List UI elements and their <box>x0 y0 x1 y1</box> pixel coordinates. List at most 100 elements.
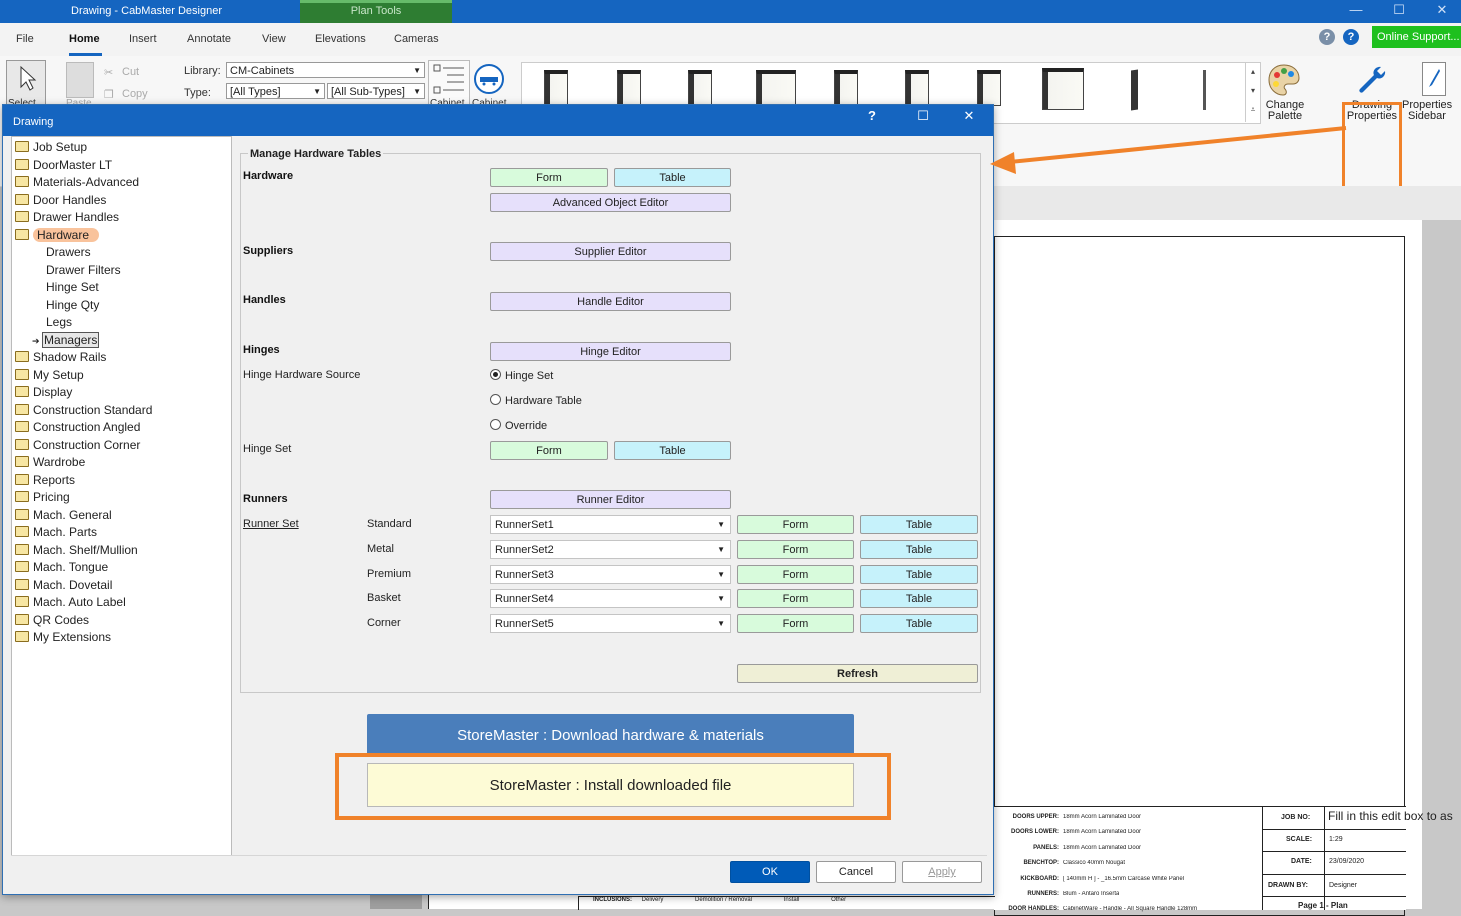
tree-item-pricing[interactable]: Pricing <box>15 490 70 504</box>
runner-form-button[interactable]: Form <box>737 564 854 584</box>
runner-table-button[interactable]: Table <box>860 589 978 609</box>
tree-item-drawers[interactable]: Drawers <box>46 245 91 259</box>
tab-view[interactable]: View <box>262 33 286 45</box>
copy-icon[interactable]: ❐ <box>104 88 114 101</box>
minimize-button[interactable]: — <box>1343 2 1369 17</box>
cabinet-view-icon[interactable] <box>474 64 504 94</box>
runner-set-link[interactable]: Runner Set <box>243 518 299 530</box>
cabinet-thumbnail[interactable] <box>756 70 796 106</box>
gallery-scroll[interactable]: ▴ ▾ ⩡ <box>1245 62 1260 122</box>
tab-cameras[interactable]: Cameras <box>394 33 439 45</box>
tree-item-door-handles[interactable]: Door Handles <box>15 193 106 207</box>
hardware-form-button[interactable]: Form <box>490 168 608 187</box>
tree-item-mach-tongue[interactable]: Mach. Tongue <box>15 560 108 574</box>
tree-item-drawer-filters[interactable]: Drawer Filters <box>46 263 121 277</box>
paste-icon[interactable] <box>66 62 94 98</box>
runner-set-select[interactable]: RunnerSet5 ▼ <box>490 614 731 634</box>
tab-file[interactable]: File <box>16 33 34 45</box>
tree-item-hinge-qty[interactable]: Hinge Qty <box>46 298 99 312</box>
runner-set-select[interactable]: RunnerSet2 ▼ <box>490 539 731 559</box>
inclusion-other[interactable]: Other <box>831 897 846 903</box>
cabinet-thumbnail[interactable] <box>977 70 1001 106</box>
cancel-button[interactable]: Cancel <box>816 861 896 883</box>
dialog-close-button[interactable]: ✕ <box>957 108 981 124</box>
properties-sidebar-icon[interactable] <box>1422 62 1446 96</box>
cabinet-thumbnail[interactable] <box>834 70 858 106</box>
runner-form-button[interactable]: Form <box>737 589 854 609</box>
tree-item-drawer-handles[interactable]: Drawer Handles <box>15 210 119 224</box>
runner-editor-button[interactable]: Runner Editor <box>490 490 731 509</box>
runner-table-button[interactable]: Table <box>860 539 978 559</box>
properties-sidebar-label[interactable]: Properties Sidebar <box>1402 100 1452 122</box>
panel-thumbnail[interactable] <box>1131 69 1138 111</box>
maximize-button[interactable]: ☐ <box>1386 2 1412 18</box>
tree-item-shadow-rails[interactable]: Shadow Rails <box>15 350 106 364</box>
tab-elevations[interactable]: Elevations <box>315 33 366 45</box>
runner-set-select[interactable]: RunnerSet4 ▼ <box>490 589 731 609</box>
subtype-select[interactable]: [All Sub-Types] ▼ <box>327 83 425 99</box>
tree-item-wardrobe[interactable]: Wardrobe <box>15 455 85 469</box>
ok-button[interactable]: OK <box>730 861 810 883</box>
advanced-object-editor-button[interactable]: Advanced Object Editor <box>490 193 731 212</box>
runner-form-button[interactable]: Form <box>737 515 854 534</box>
tree-item-my-setup[interactable]: My Setup <box>15 368 84 382</box>
tree-item-qr-codes[interactable]: QR Codes <box>15 613 89 627</box>
radio-hardware-table[interactable]: Hardware Table <box>490 394 582 407</box>
tab-home[interactable]: Home <box>69 33 100 45</box>
tree-item-mach-parts[interactable]: Mach. Parts <box>15 525 97 539</box>
hinge-set-form-button[interactable]: Form <box>490 441 608 460</box>
runner-form-button[interactable]: Form <box>737 539 854 559</box>
close-window-button[interactable]: ✕ <box>1429 2 1455 18</box>
tree-item-mach-dovetail[interactable]: Mach. Dovetail <box>15 578 112 592</box>
tree-item-doormaster-lt[interactable]: DoorMaster LT <box>15 158 112 172</box>
runner-form-button[interactable]: Form <box>737 614 854 634</box>
job-no-edit-box[interactable]: Fill in this edit box to as <box>1328 809 1453 823</box>
inclusion-delivery[interactable]: Delivery <box>642 897 664 903</box>
runner-table-button[interactable]: Table <box>860 515 978 534</box>
tree-item-mach-shelf-mullion[interactable]: Mach. Shelf/Mullion <box>15 543 138 557</box>
dialog-maximize-button[interactable]: ☐ <box>911 108 935 124</box>
help-cursor-icon[interactable]: ? <box>860 108 884 123</box>
radio-hinge-set[interactable]: Hinge Set <box>490 369 553 382</box>
plan-tools-context-tab[interactable]: Plan Tools <box>300 0 452 23</box>
change-palette-label[interactable]: Change Palette <box>1262 100 1308 122</box>
apply-button[interactable]: Apply <box>902 861 982 883</box>
hinge-set-table-button[interactable]: Table <box>614 441 731 460</box>
cabinet-thumbnail[interactable] <box>617 70 641 106</box>
online-support-button[interactable]: Online Support... <box>1372 26 1461 48</box>
tree-item-materials-advanced[interactable]: Materials-Advanced <box>15 175 139 189</box>
copy-label[interactable]: Copy <box>122 88 148 100</box>
cabinet-thumbnail[interactable] <box>688 70 712 106</box>
storemaster-download-button[interactable]: StoreMaster : Download hardware & materi… <box>367 714 854 757</box>
tree-item-legs[interactable]: Legs <box>46 315 72 329</box>
runner-table-button[interactable]: Table <box>860 614 978 634</box>
scissors-icon[interactable]: ✂ <box>104 66 113 79</box>
supplier-editor-button[interactable]: Supplier Editor <box>490 242 731 261</box>
tree-item-mach-general[interactable]: Mach. General <box>15 508 112 522</box>
refresh-button[interactable]: Refresh <box>737 664 978 683</box>
tree-item-my-extensions[interactable]: My Extensions <box>15 630 111 644</box>
tree-item-hardware[interactable]: Hardware <box>15 227 100 242</box>
tab-insert[interactable]: Insert <box>129 33 157 45</box>
tree-item-display[interactable]: Display <box>15 385 72 399</box>
tree-item-managers[interactable]: ➔ Managers <box>32 331 100 348</box>
type-select[interactable]: [All Types] ▼ <box>226 83 325 99</box>
radio-override[interactable]: Override <box>490 419 547 432</box>
tree-item-hinge-set[interactable]: Hinge Set <box>46 280 99 294</box>
library-select[interactable]: CM-Cabinets ▼ <box>226 62 425 78</box>
hinge-editor-button[interactable]: Hinge Editor <box>490 342 731 361</box>
tree-item-mach-auto-label[interactable]: Mach. Auto Label <box>15 595 126 609</box>
tab-annotate[interactable]: Annotate <box>187 33 231 45</box>
handle-editor-button[interactable]: Handle Editor <box>490 292 731 311</box>
help-icon[interactable]: ? <box>1343 29 1359 45</box>
inclusion-install[interactable]: Install <box>784 897 800 903</box>
panel-thumbnail[interactable] <box>1203 70 1206 110</box>
tree-item-construction-angled[interactable]: Construction Angled <box>15 420 140 434</box>
tree-item-construction-corner[interactable]: Construction Corner <box>15 438 140 452</box>
tree-item-reports[interactable]: Reports <box>15 473 75 487</box>
palette-icon[interactable] <box>1266 62 1302 98</box>
cabinet-thumbnail[interactable] <box>1042 68 1084 110</box>
runner-table-button[interactable]: Table <box>860 564 978 584</box>
tree-item-job-setup[interactable]: Job Setup <box>15 140 87 154</box>
wrench-icon[interactable] <box>1355 63 1389 97</box>
